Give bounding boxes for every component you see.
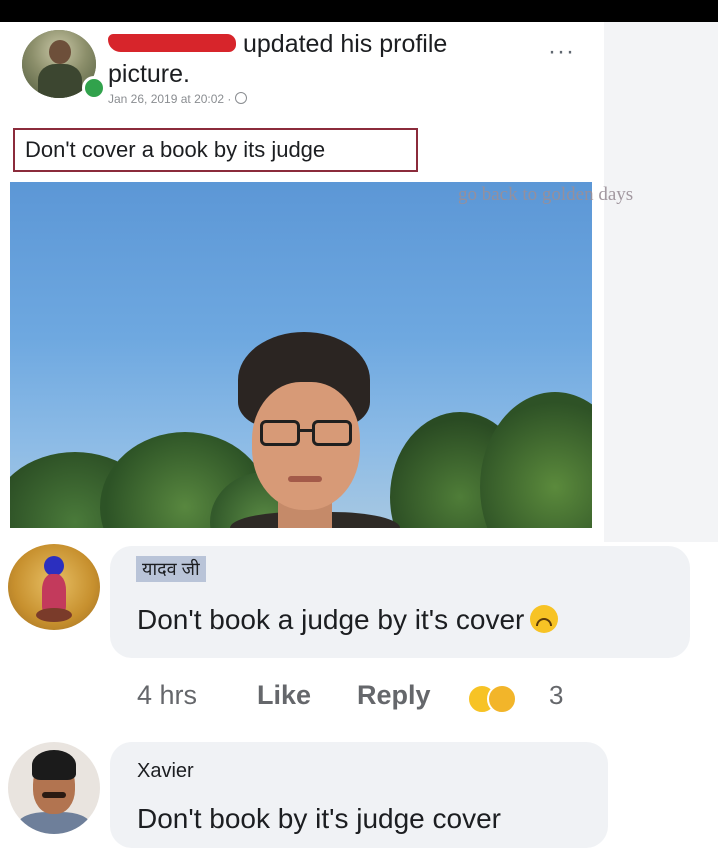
post-action-text-continued: picture.	[108, 60, 190, 88]
reply-button[interactable]: Reply	[357, 680, 431, 711]
upside-down-face-emoji-icon	[530, 605, 559, 633]
glasses-bridge	[300, 429, 312, 432]
person-mouth	[288, 476, 322, 482]
profile-photo[interactable]	[10, 182, 592, 528]
tree	[480, 392, 592, 528]
more-options-icon[interactable]: ···	[548, 40, 575, 64]
commenter-avatar[interactable]	[8, 544, 100, 630]
comment-text: Don't book by it's judge cover	[137, 803, 501, 834]
redacted-poster-name	[108, 34, 236, 52]
avatar-hair	[32, 750, 76, 780]
glasses-icon	[256, 420, 356, 448]
online-status-icon	[82, 76, 106, 100]
commenter-avatar[interactable]	[8, 742, 100, 834]
figure-base	[36, 608, 72, 622]
post-timestamp[interactable]: Jan 26, 2019 at 20:02 ·	[108, 92, 248, 106]
post-caption-box: Don't cover a book by its judge	[13, 128, 418, 172]
avatar-head	[49, 40, 71, 64]
comment-text-content: Don't book a judge by it's cover	[137, 604, 525, 635]
comment-author[interactable]: Xavier	[137, 760, 194, 783]
like-button[interactable]: Like	[257, 680, 311, 711]
top-bar	[0, 0, 718, 22]
globe-icon	[235, 92, 248, 104]
avatar-body	[38, 64, 82, 98]
reactions-icon[interactable]	[467, 684, 519, 714]
sad-reaction-icon	[487, 684, 517, 714]
comment-time[interactable]: 4 hrs	[137, 680, 197, 711]
post-caption: Don't cover a book by its judge	[25, 137, 326, 162]
reaction-count[interactable]: 3	[549, 680, 563, 711]
avatar-moustache	[42, 792, 66, 798]
comment-author[interactable]: यादव जी	[136, 556, 206, 582]
glasses-lens-left	[260, 420, 300, 446]
figure-head	[44, 556, 64, 576]
avatar-shirt	[18, 812, 90, 834]
background-strip	[604, 22, 718, 542]
timestamp-text: Jan 26, 2019 at 20:02 ·	[108, 92, 232, 106]
glasses-lens-right	[312, 420, 352, 446]
comment-text: Don't book a judge by it's cover	[137, 604, 559, 636]
watermark-text: go back to golden days	[458, 184, 634, 205]
post-action-text: updated his profile	[243, 30, 448, 58]
